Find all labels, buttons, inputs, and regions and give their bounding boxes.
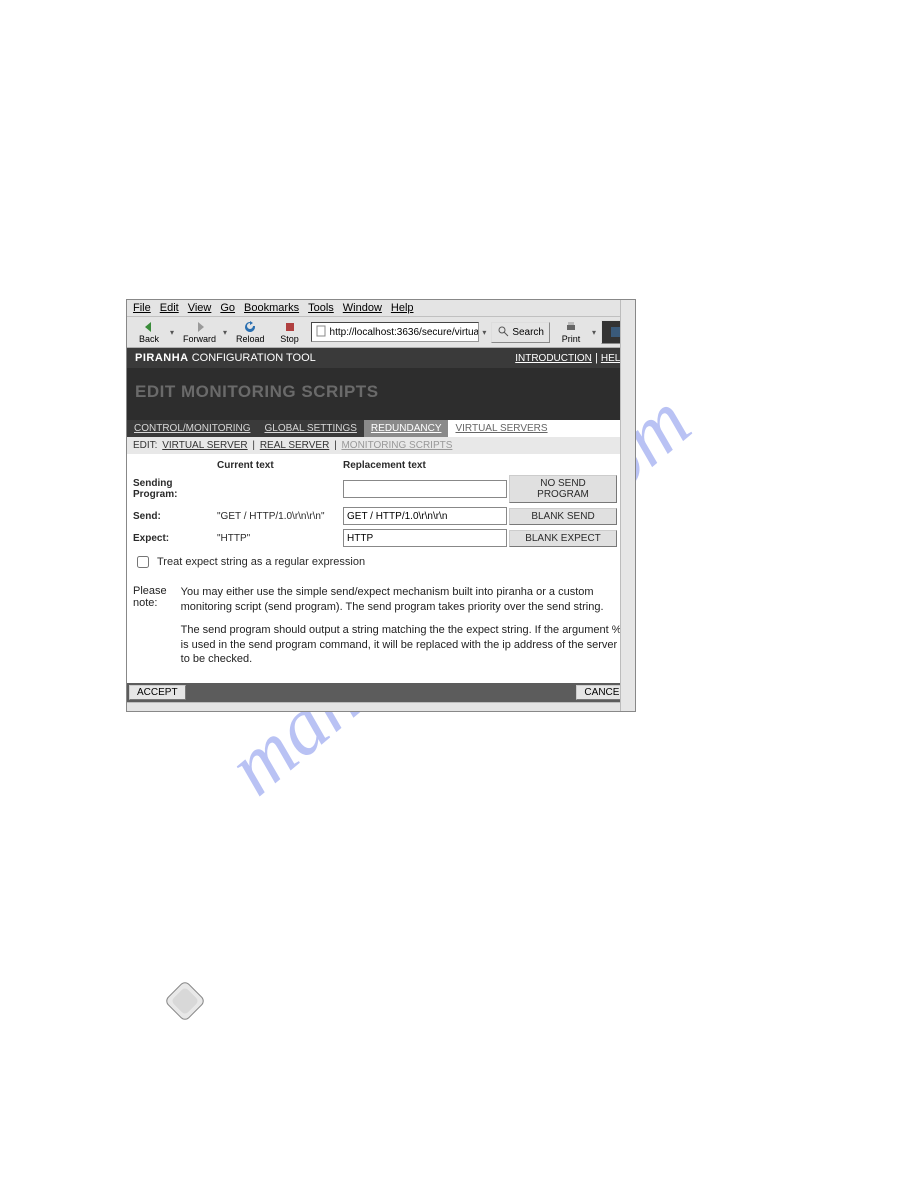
stop-button[interactable]: Stop <box>272 319 308 345</box>
tab-control-monitoring[interactable]: CONTROL/MONITORING <box>127 420 257 437</box>
menu-tools[interactable]: Tools <box>308 302 334 314</box>
browser-window: File Edit View Go Bookmarks Tools Window… <box>126 299 636 712</box>
col-replacement-text: Replacement text <box>343 460 507 471</box>
edit-label: EDIT: <box>133 440 157 451</box>
form-area: Current text Replacement text Sending Pr… <box>127 454 635 575</box>
back-dropdown[interactable]: ▾ <box>170 328 176 337</box>
note-label: Please note: <box>133 585 167 675</box>
status-bar <box>127 702 635 711</box>
current-expect: "HTTP" <box>217 533 341 544</box>
note-area: Please note: You may either use the simp… <box>127 575 635 683</box>
label-expect: Expect: <box>133 533 215 544</box>
search-icon <box>497 325 509 340</box>
regex-label: Treat expect string as a regular express… <box>157 556 365 568</box>
address-bar[interactable]: http://localhost:3636/secure/virtual_edi… <box>311 322 480 342</box>
menu-help[interactable]: Help <box>391 302 414 314</box>
forward-dropdown[interactable]: ▾ <box>223 328 229 337</box>
back-button[interactable]: Back <box>131 319 167 345</box>
note-paragraph-1: You may either use the simple send/expec… <box>181 585 629 615</box>
no-send-program-button[interactable]: NO SEND PROGRAM <box>509 475 617 503</box>
footer-buttons: ACCEPT CANCEL <box>127 683 635 702</box>
reload-button[interactable]: Reload <box>232 319 269 345</box>
input-expect[interactable] <box>343 529 507 547</box>
accept-button[interactable]: ACCEPT <box>129 685 186 700</box>
url-dropdown[interactable]: ▾ <box>482 328 488 337</box>
search-button[interactable]: Search <box>491 322 550 343</box>
tab-virtual-servers[interactable]: VIRTUAL SERVERS <box>448 420 635 437</box>
reload-icon <box>243 320 257 334</box>
note-icon <box>164 980 206 1022</box>
tab-global-settings[interactable]: GLOBAL SETTINGS <box>257 420 363 437</box>
link-virtual-server[interactable]: VIRTUAL SERVER <box>162 440 247 451</box>
tab-row: CONTROL/MONITORING GLOBAL SETTINGS REDUN… <box>127 420 635 437</box>
back-icon <box>142 320 156 334</box>
menu-edit[interactable]: Edit <box>160 302 179 314</box>
print-dropdown[interactable]: ▾ <box>592 328 598 337</box>
regex-checkbox[interactable] <box>137 556 149 568</box>
app-title-bar: PIRANHA CONFIGURATION TOOL INTRODUCTION … <box>127 348 635 368</box>
menu-window[interactable]: Window <box>343 302 382 314</box>
menu-file[interactable]: File <box>133 302 151 314</box>
brand-text: PIRANHA <box>135 352 189 364</box>
edit-breadcrumb: EDIT: VIRTUAL SERVER | REAL SERVER | MON… <box>127 437 635 454</box>
url-text: http://localhost:3636/secure/virtual_edi… <box>330 327 480 338</box>
link-monitoring-scripts[interactable]: MONITORING SCRIPTS <box>341 440 452 451</box>
forward-icon <box>193 320 207 334</box>
forward-button[interactable]: Forward <box>179 319 220 345</box>
link-real-server[interactable]: REAL SERVER <box>260 440 329 451</box>
label-send: Send: <box>133 511 215 522</box>
menu-view[interactable]: View <box>188 302 212 314</box>
input-sending-program[interactable] <box>343 480 507 498</box>
label-sending-program: Sending Program: <box>133 478 215 500</box>
menu-bookmarks[interactable]: Bookmarks <box>244 302 299 314</box>
blank-expect-button[interactable]: BLANK EXPECT <box>509 530 617 547</box>
print-button[interactable]: Print <box>553 319 589 345</box>
menu-go[interactable]: Go <box>220 302 235 314</box>
scrollbar[interactable] <box>620 300 635 711</box>
tool-text: CONFIGURATION TOOL <box>192 352 316 364</box>
print-icon <box>564 320 578 334</box>
note-paragraph-2: The send program should output a string … <box>181 623 629 668</box>
blank-send-button[interactable]: BLANK SEND <box>509 508 617 525</box>
col-current-text: Current text <box>217 460 341 471</box>
toolbar: Back ▾ Forward ▾ Reload Stop htt <box>127 317 635 348</box>
introduction-link[interactable]: INTRODUCTION <box>515 353 592 364</box>
tab-redundancy[interactable]: REDUNDANCY <box>364 420 449 437</box>
page-heading-area: EDIT MONITORING SCRIPTS <box>127 368 635 420</box>
input-send[interactable] <box>343 507 507 525</box>
menu-bar: File Edit View Go Bookmarks Tools Window… <box>127 300 635 317</box>
current-send: "GET / HTTP/1.0\r\n\r\n" <box>217 511 341 522</box>
page-title: EDIT MONITORING SCRIPTS <box>135 382 627 402</box>
page-icon <box>315 325 327 340</box>
stop-icon <box>283 320 297 334</box>
